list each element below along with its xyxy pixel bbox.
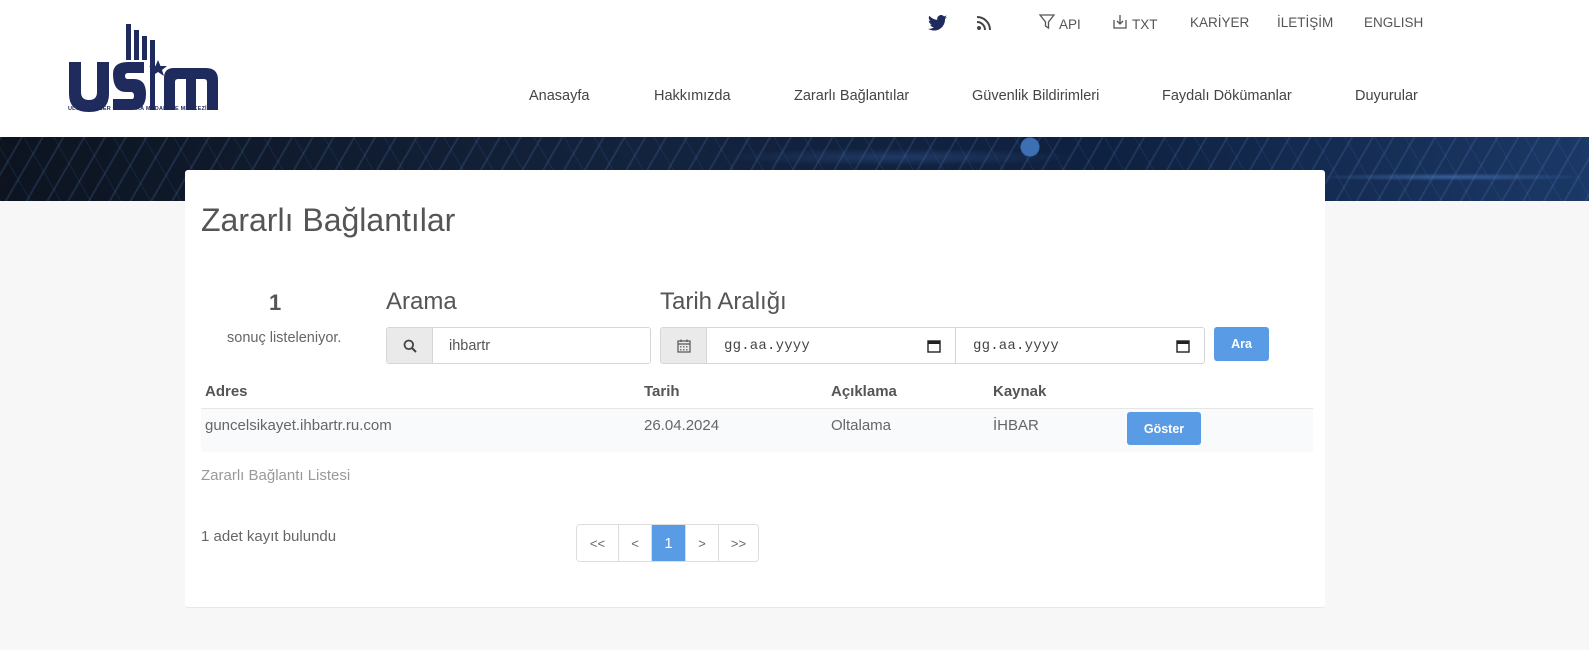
column-header-adres: Adres — [205, 383, 248, 400]
result-count: 1 — [269, 290, 282, 315]
kariyer-link[interactable]: KARİYER — [1190, 15, 1249, 30]
page-last-button[interactable]: >> — [718, 525, 758, 561]
search-heading: Arama — [386, 288, 457, 315]
cell-tarih: 26.04.2024 — [644, 417, 720, 434]
iletisim-link[interactable]: İLETİŞİM — [1277, 15, 1333, 30]
search-icon — [387, 328, 433, 363]
english-link[interactable]: ENGLISH — [1364, 15, 1423, 30]
search-button[interactable]: Ara — [1214, 327, 1269, 361]
pagination: << < 1 > >> — [576, 524, 759, 562]
site-header: ULUSAL SİBER OLAYLARA MÜDAHALE MERKEZİ A… — [0, 0, 1589, 137]
date-picker-icon[interactable] — [927, 339, 941, 353]
date-range-group: gg.aa.yyyy gg.aa.yyyy — [660, 327, 1205, 364]
date-range-heading: Tarih Aralığı — [660, 288, 787, 315]
nav-duyurular[interactable]: Duyurular — [1355, 88, 1418, 104]
page-current-button[interactable]: 1 — [651, 525, 685, 561]
column-header-aciklama: Açıklama — [831, 383, 897, 400]
date-picker-icon[interactable] — [1176, 339, 1190, 353]
column-header-kaynak: Kaynak — [993, 383, 1047, 400]
nav-faydali-dokumanlar[interactable]: Faydalı Dökümanlar — [1162, 88, 1292, 104]
page-prev-button[interactable]: < — [618, 525, 651, 561]
search-input-group — [386, 327, 651, 364]
api-link[interactable]: API — [1039, 12, 1081, 32]
page-first-button[interactable]: << — [577, 525, 618, 561]
record-count-text: 1 adet kayıt bulundu — [201, 528, 337, 545]
download-icon — [1113, 15, 1127, 29]
twitter-icon[interactable] — [928, 15, 947, 31]
nav-zararli-baglantilar[interactable]: Zararlı Bağlantılar — [794, 88, 909, 104]
txt-label: TXT — [1132, 17, 1158, 32]
goster-button[interactable]: Göster — [1127, 412, 1201, 445]
page-title: Zararlı Bağlantılar — [201, 202, 456, 238]
column-header-tarih: Tarih — [644, 383, 680, 400]
date-from-placeholder: gg.aa.yyyy — [724, 337, 811, 354]
date-from-field[interactable]: gg.aa.yyyy — [707, 328, 955, 363]
top-utility-bar: API TXT KARİYER İLETİŞİM ENGLISH — [0, 12, 1589, 34]
usom-logo[interactable] — [66, 22, 222, 116]
cell-aciklama: Oltalama — [831, 417, 892, 434]
txt-link[interactable]: TXT — [1112, 12, 1158, 32]
table-caption: Zararlı Bağlantı Listesi — [201, 467, 351, 484]
nav-hakkimizda[interactable]: Hakkımızda — [654, 88, 731, 104]
calendar-icon — [661, 328, 707, 363]
date-to-placeholder: gg.aa.yyyy — [973, 337, 1060, 354]
content-card: Zararlı Bağlantılar 1 sonuç listeleniyor… — [185, 170, 1325, 608]
nav-anasayfa[interactable]: Anasayfa — [529, 88, 589, 104]
logo-subtitle: ULUSAL SİBER OLAYLARA MÜDAHALE MERKEZİ — [68, 106, 207, 112]
date-to-field[interactable]: gg.aa.yyyy — [955, 328, 1204, 363]
page-next-button[interactable]: > — [685, 525, 718, 561]
cell-adres: guncelsikayet.ihbartr.ru.com — [205, 417, 392, 434]
nav-guvenlik-bildirimleri[interactable]: Güvenlik Bildirimleri — [972, 88, 1099, 104]
filter-icon — [1039, 14, 1055, 30]
rss-icon[interactable] — [976, 15, 992, 31]
result-count-label: sonuç listeleniyor. — [227, 330, 342, 346]
search-input[interactable] — [433, 328, 650, 363]
cell-kaynak: İHBAR — [993, 417, 1039, 434]
api-label: API — [1059, 17, 1081, 32]
